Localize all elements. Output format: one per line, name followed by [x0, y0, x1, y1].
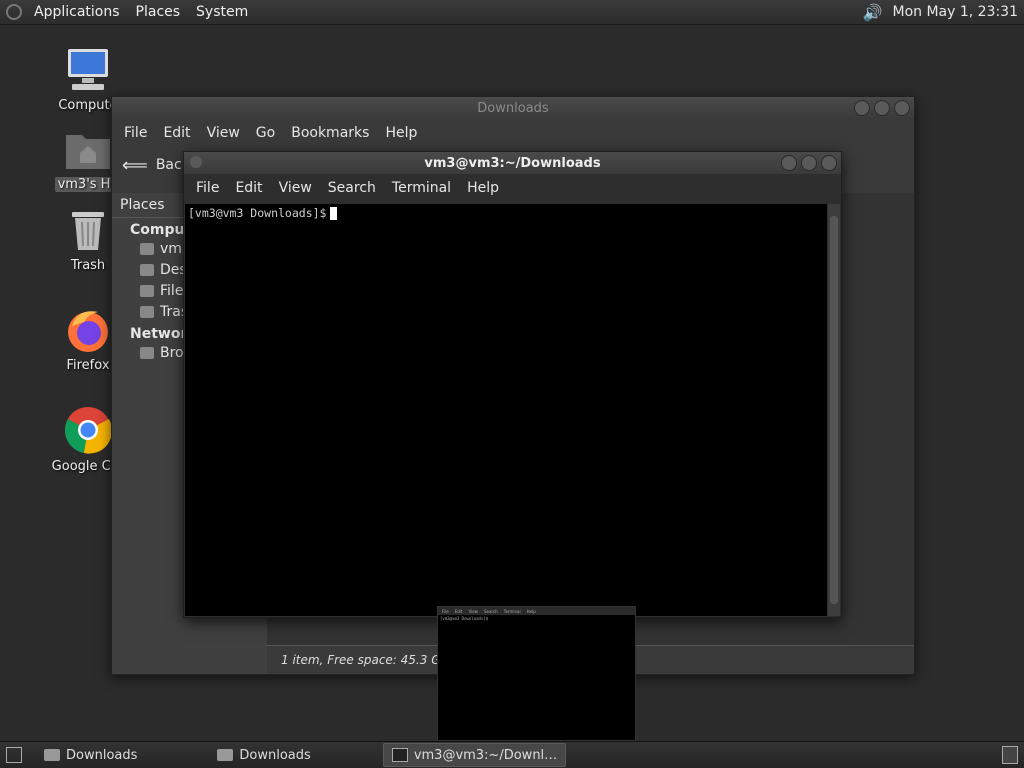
- workspace-switcher-icon[interactable]: [1002, 746, 1018, 764]
- menu-go[interactable]: Go: [248, 125, 283, 141]
- preview-menubar: File Edit View Search Terminal Help: [438, 607, 635, 615]
- network-icon: [140, 347, 154, 359]
- terminal-scrollbar[interactable]: [828, 204, 840, 616]
- menu-view[interactable]: View: [199, 125, 248, 141]
- places-menu[interactable]: Places: [128, 4, 189, 20]
- menu-terminal[interactable]: Terminal: [384, 180, 459, 196]
- close-button[interactable]: [821, 155, 837, 171]
- terminal-menubar: File Edit View Search Terminal Help: [184, 174, 841, 202]
- menu-edit[interactable]: Edit: [155, 125, 198, 141]
- clock[interactable]: Mon May 1, 23:31: [886, 4, 1024, 20]
- terminal-icon: [391, 748, 408, 762]
- menu-view[interactable]: View: [271, 180, 320, 196]
- firefox-icon: [68, 311, 108, 352]
- preview-menu-item: Search: [483, 608, 498, 614]
- back-arrow-icon[interactable]: ⟸: [122, 155, 148, 176]
- trash-icon: [72, 212, 104, 250]
- close-button[interactable]: [894, 100, 910, 116]
- minimize-button[interactable]: [781, 155, 797, 171]
- menu-bookmarks[interactable]: Bookmarks: [283, 125, 377, 141]
- drive-icon: [140, 285, 154, 297]
- terminal-window: vm3@vm3:~/Downloads File Edit View Searc…: [183, 151, 842, 618]
- top-panel: Applications Places System 🔊 Mon May 1, …: [0, 0, 1024, 25]
- maximize-button[interactable]: [801, 155, 817, 171]
- preview-menu-item: File: [442, 608, 449, 614]
- maximize-button[interactable]: [874, 100, 890, 116]
- file-manager-menubar: File Edit View Go Bookmarks Help: [112, 119, 914, 147]
- scrollbar-thumb[interactable]: [830, 216, 838, 604]
- show-desktop-icon[interactable]: [6, 747, 22, 763]
- task-label: vm3@vm3:~/Downl…: [413, 747, 558, 763]
- desktop-icon-label: Trash: [70, 258, 106, 273]
- sidebar-item-label: Bro: [160, 345, 184, 361]
- computer-icon: [68, 49, 108, 90]
- preview-prompt: [vm3@vm3 Downloads]$: [440, 616, 489, 621]
- system-menu[interactable]: System: [188, 4, 256, 20]
- distro-logo-icon[interactable]: [6, 4, 22, 20]
- desktop-icon-label: Firefox: [66, 358, 110, 373]
- home-folder-icon: [66, 135, 110, 169]
- window-menu-button[interactable]: [190, 156, 202, 168]
- preview-menu-item: Help: [526, 608, 536, 614]
- folder-icon: [44, 749, 60, 761]
- task-terminal[interactable]: vm3@vm3:~/Downl…: [382, 743, 567, 767]
- preview-menu-item: View: [468, 608, 478, 614]
- window-preview-thumbnail[interactable]: File Edit View Search Terminal Help [vm3…: [437, 606, 636, 741]
- text-cursor: [330, 207, 338, 220]
- task-downloads-1[interactable]: Downloads: [36, 744, 145, 766]
- sidebar-item-label: File: [160, 283, 184, 299]
- chrome-icon: [65, 407, 113, 454]
- desktop-icon: [140, 264, 154, 276]
- task-label: Downloads: [66, 747, 138, 763]
- minimize-button[interactable]: [854, 100, 870, 116]
- menu-help[interactable]: Help: [459, 180, 507, 196]
- window-title: Downloads: [477, 100, 549, 116]
- preview-menu-item: Edit: [454, 608, 463, 614]
- trash-icon: [140, 306, 154, 318]
- menu-file[interactable]: File: [188, 180, 227, 196]
- task-label: Downloads: [239, 747, 311, 763]
- terminal-titlebar[interactable]: vm3@vm3:~/Downloads: [184, 152, 841, 174]
- menu-file[interactable]: File: [116, 125, 155, 141]
- applications-menu[interactable]: Applications: [26, 4, 128, 20]
- menu-search[interactable]: Search: [320, 180, 384, 196]
- shell-prompt: [vm3@vm3 Downloads]$: [188, 206, 327, 220]
- file-manager-titlebar[interactable]: Downloads: [112, 97, 914, 119]
- folder-icon: [217, 749, 234, 761]
- preview-menu-item: Terminal: [503, 608, 521, 614]
- menu-edit[interactable]: Edit: [227, 180, 270, 196]
- task-downloads-2[interactable]: Downloads: [209, 744, 318, 766]
- window-title: vm3@vm3:~/Downloads: [424, 155, 601, 171]
- volume-icon[interactable]: 🔊: [863, 3, 883, 22]
- menu-help[interactable]: Help: [377, 125, 425, 141]
- bottom-taskbar: Downloads Downloads vm3@vm3:~/Downl…: [0, 741, 1024, 768]
- home-icon: [140, 243, 154, 255]
- terminal-output[interactable]: [vm3@vm3 Downloads]$: [185, 204, 827, 616]
